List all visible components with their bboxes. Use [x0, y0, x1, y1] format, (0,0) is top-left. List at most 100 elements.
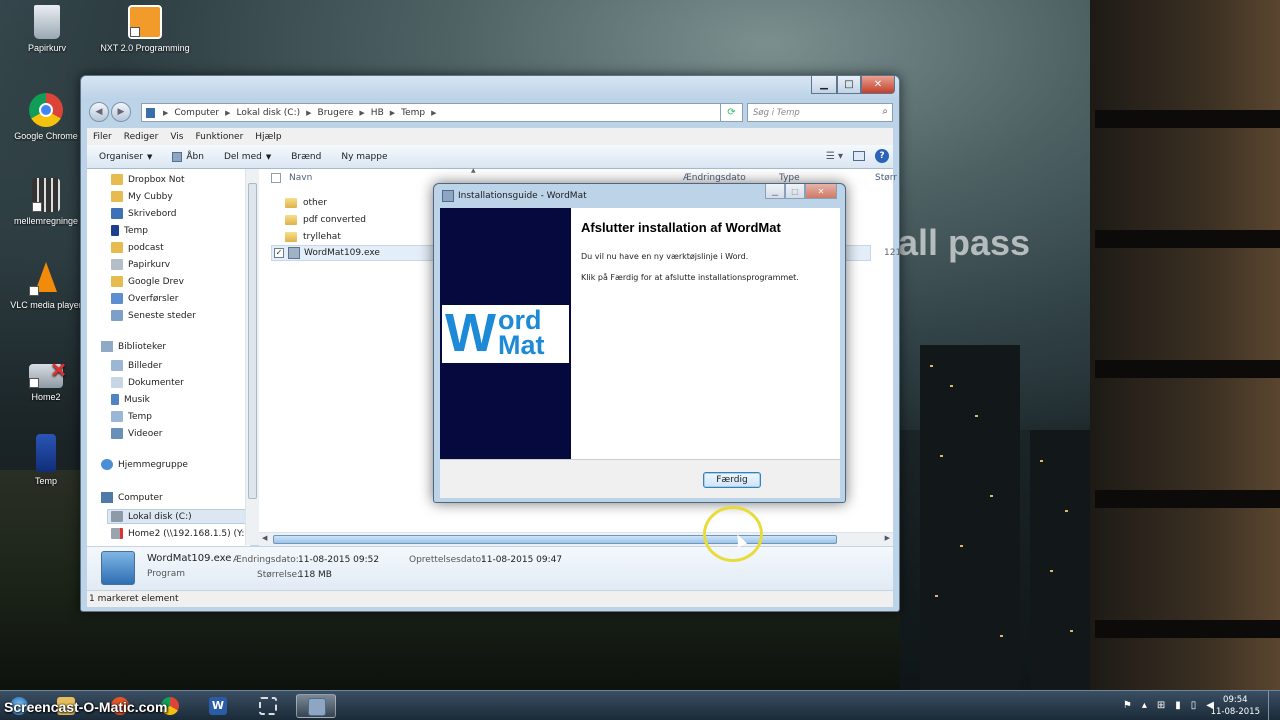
nav-item-label: Skrivebord: [128, 208, 177, 219]
scroll-right-icon[interactable]: ▶: [885, 534, 890, 542]
details-created-label: Oprettelsesdato:: [409, 555, 485, 565]
shortcut-arrow-icon: [32, 202, 42, 212]
nav-item-my-cubby[interactable]: My Cubby: [111, 189, 249, 204]
nav-item-videos[interactable]: Videoer: [111, 426, 249, 441]
organise-button[interactable]: Organiser ▼: [91, 152, 164, 162]
battery-icon[interactable]: ▯: [1191, 700, 1197, 711]
nav-item-downloads[interactable]: Overførsler: [111, 291, 249, 306]
desktop-icon-nxt[interactable]: NXT 2.0 Programming: [90, 5, 200, 53]
scroll-left-icon[interactable]: ◀: [262, 534, 267, 542]
column-header-name[interactable]: Navn: [289, 173, 312, 183]
desktop-icon-calculator[interactable]: mellemregninge: [8, 178, 84, 226]
nav-item-recent-places[interactable]: Seneste steder: [111, 308, 249, 323]
back-button[interactable]: ◀: [89, 102, 109, 122]
nav-item-music[interactable]: Musik: [111, 392, 249, 407]
dialog-body: W ord Mat Afslutter installation af Word…: [440, 208, 840, 498]
share-with-button[interactable]: Del med ▼: [216, 152, 283, 162]
nav-item-home2[interactable]: Home2 (\\192.168.1.5) (Y:): [111, 526, 249, 541]
nav-item-recycle-bin[interactable]: Papirkurv: [111, 257, 249, 272]
taskbar-word[interactable]: W: [198, 694, 238, 718]
breadcrumb-brugere[interactable]: Brugere: [318, 108, 354, 118]
desktop-icon-recycle-bin[interactable]: Papirkurv: [9, 5, 85, 53]
nav-item-desktop[interactable]: Skrivebord: [111, 206, 249, 221]
desktop-icon-label: Home2: [31, 392, 61, 402]
new-folder-button[interactable]: Ny mappe: [333, 152, 399, 162]
desktop-icon-label: mellemregninge: [13, 216, 79, 226]
address-bar[interactable]: ▶ Computer ▶ Lokal disk (C:) ▶ Brugere ▶…: [141, 103, 721, 122]
nav-item-library-temp[interactable]: Temp: [111, 409, 249, 424]
nav-item-podcast[interactable]: podcast: [111, 240, 249, 255]
open-button[interactable]: Åbn: [164, 151, 216, 162]
breadcrumb-local-disk[interactable]: Lokal disk (C:): [237, 108, 301, 118]
nav-item-label: Dokumenter: [128, 377, 184, 388]
desktop-balcony: [1095, 110, 1280, 128]
nav-item-dropbox[interactable]: Dropbox Not: [111, 172, 249, 187]
file-row[interactable]: other: [271, 195, 327, 211]
tray-chevron-icon[interactable]: ▴: [1142, 700, 1147, 711]
help-icon[interactable]: ?: [875, 149, 889, 163]
desktop-icon-temp[interactable]: Temp: [8, 434, 84, 486]
nav-item-pictures[interactable]: Billeder: [111, 358, 249, 373]
close-button[interactable]: ✕: [805, 184, 837, 199]
desktop-icon-vlc[interactable]: VLC media player: [8, 262, 84, 310]
network-icon[interactable]: ▮: [1175, 700, 1181, 711]
column-header-modified[interactable]: Ændringsdato: [683, 173, 746, 183]
taskbar-installer[interactable]: [296, 694, 336, 718]
row-checkbox[interactable]: ✓: [274, 248, 284, 258]
menu-hjaelp[interactable]: Hjælp: [249, 132, 287, 142]
breadcrumb-hb[interactable]: HB: [371, 108, 384, 118]
menu-vis[interactable]: Vis: [164, 132, 189, 142]
nav-item-temp[interactable]: Temp: [111, 223, 249, 238]
flag-icon[interactable]: ⚑: [1123, 700, 1132, 711]
forward-button[interactable]: ▶: [111, 102, 131, 122]
refresh-button[interactable]: ⟳: [721, 103, 743, 122]
finish-button[interactable]: Færdig: [703, 472, 761, 488]
file-list-scrollbar[interactable]: ◀ ▶: [259, 532, 893, 546]
desktop-icon-home2[interactable]: ✕ Home2: [8, 358, 84, 402]
nav-group-label: Biblioteker: [118, 341, 167, 352]
nav-group-libraries[interactable]: Biblioteker: [101, 341, 166, 352]
breadcrumb-computer[interactable]: Computer: [174, 108, 219, 118]
select-all-checkbox[interactable]: [271, 173, 281, 183]
navigation-scrollbar[interactable]: [245, 169, 259, 545]
scrollbar-thumb[interactable]: [248, 183, 257, 499]
close-button[interactable]: ✕: [861, 76, 895, 94]
maximize-button: □: [785, 184, 805, 199]
dialog-text-line-1: Du vil nu have en ny værktøjslinje i Wor…: [581, 252, 749, 261]
minimize-button[interactable]: ▁: [811, 76, 837, 94]
details-size-label: Størrelse:: [257, 570, 301, 580]
menu-rediger[interactable]: Rediger: [118, 132, 165, 142]
preview-pane-icon[interactable]: [853, 151, 865, 161]
windows-icon[interactable]: ⊞: [1157, 700, 1165, 711]
explorer-titlebar[interactable]: ▁ □ ✕: [81, 76, 899, 100]
taskbar-clock[interactable]: 09:54 11-08-2015: [1211, 694, 1260, 718]
desktop-icon-chrome[interactable]: Google Chrome: [8, 93, 84, 141]
menu-funktioner[interactable]: Funktioner: [189, 132, 249, 142]
search-input[interactable]: Søg i Temp ⌕: [747, 103, 893, 122]
dialog-title: Installationsguide - WordMat: [458, 191, 587, 201]
nav-group-homegroup[interactable]: Hjemmegruppe: [101, 459, 188, 470]
file-row[interactable]: tryllehat: [271, 229, 341, 245]
dialog-heading: Afslutter installation af WordMat: [581, 220, 781, 235]
view-options-icon[interactable]: ☰ ▾: [826, 151, 843, 162]
file-name: other: [303, 198, 327, 208]
open-label: Åbn: [186, 151, 204, 162]
column-header-size[interactable]: Størr: [875, 173, 897, 183]
dialog-footer: Færdig: [440, 459, 840, 498]
column-header-type[interactable]: Type: [779, 173, 800, 183]
nav-group-computer[interactable]: Computer: [101, 492, 163, 503]
file-row[interactable]: pdf converted: [271, 212, 366, 228]
nav-item-local-disk[interactable]: Lokal disk (C:): [107, 509, 247, 524]
maximize-button[interactable]: □: [837, 76, 861, 94]
nav-item-google-drive[interactable]: Google Drev: [111, 274, 249, 289]
shortcut-arrow-icon: [29, 378, 39, 388]
taskbar-snipping[interactable]: [248, 694, 288, 718]
breadcrumb-temp[interactable]: Temp: [401, 108, 425, 118]
nav-item-documents[interactable]: Dokumenter: [111, 375, 249, 390]
status-bar: 1 markeret element: [87, 590, 893, 607]
burn-button[interactable]: Brænd: [283, 152, 333, 162]
menu-filer[interactable]: Filer: [87, 132, 118, 142]
homegroup-icon: [101, 459, 113, 470]
show-desktop-button[interactable]: [1268, 691, 1280, 720]
dialog-titlebar[interactable]: Installationsguide - WordMat: [442, 190, 587, 202]
